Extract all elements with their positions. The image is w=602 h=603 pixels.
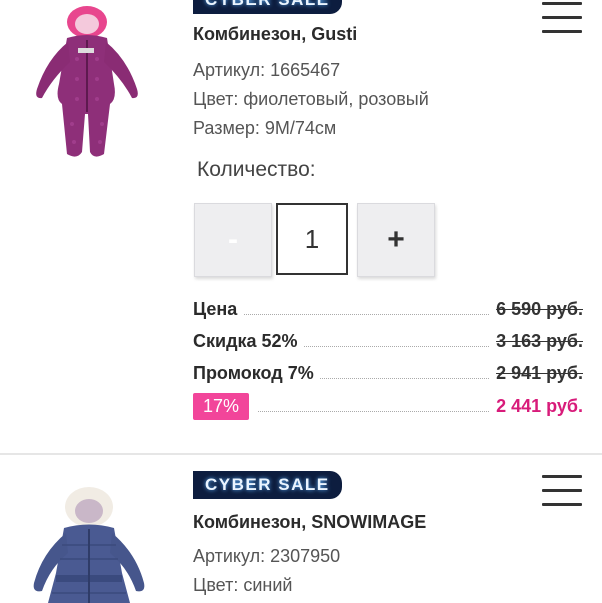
discount-value: 3 163 руб. [490,331,583,352]
price-value: 6 590 руб. [490,299,583,320]
promocode-value: 2 941 руб. [490,363,583,384]
quantity-decrement-button[interactable]: - [194,203,272,277]
quantity-label: Количество: [197,158,316,181]
final-price-value: 2 441 руб. [490,396,583,417]
product-size: Размер: 9M/74см [193,118,337,138]
quantity-increment-button[interactable]: + [357,203,435,277]
cart-item: CYBER SALE Комбинезон, SNOWIMAGE Артикул… [0,455,602,603]
snowsuit-purple-icon[interactable] [22,4,152,164]
product-title[interactable]: Комбинезон, SNOWIMAGE [193,512,426,533]
cyber-sale-badge: CYBER SALE [193,471,342,499]
percent-badge: 17% [193,393,250,420]
menu-icon[interactable] [542,2,582,44]
product-color: Цвет: синий [193,575,293,595]
price-label: Цена [193,299,244,320]
cart-item: CYBER SALE Комбинезон, Gusti Артикул: 16… [0,0,602,453]
final-price-row: 17% 2 441 руб. [193,393,583,420]
product-color: Цвет: фиолетовый, розовый [193,89,429,109]
product-article: Артикул: 2307950 [193,546,341,566]
product-article: Артикул: 1665467 [193,60,341,80]
cyber-sale-badge: CYBER SALE [193,0,342,14]
snowsuit-blue-icon[interactable] [22,483,157,603]
discount-label: Скидка 52% [193,331,304,352]
price-row: Цена 6 590 руб. [193,299,583,321]
promocode-row: Промокод 7% 2 941 руб. [193,363,583,385]
quantity-input[interactable] [276,203,348,275]
promocode-label: Промокод 7% [193,363,320,384]
product-title[interactable]: Комбинезон, Gusti [193,24,357,45]
discount-row: Скидка 52% 3 163 руб. [193,331,583,353]
menu-icon[interactable] [542,475,582,517]
